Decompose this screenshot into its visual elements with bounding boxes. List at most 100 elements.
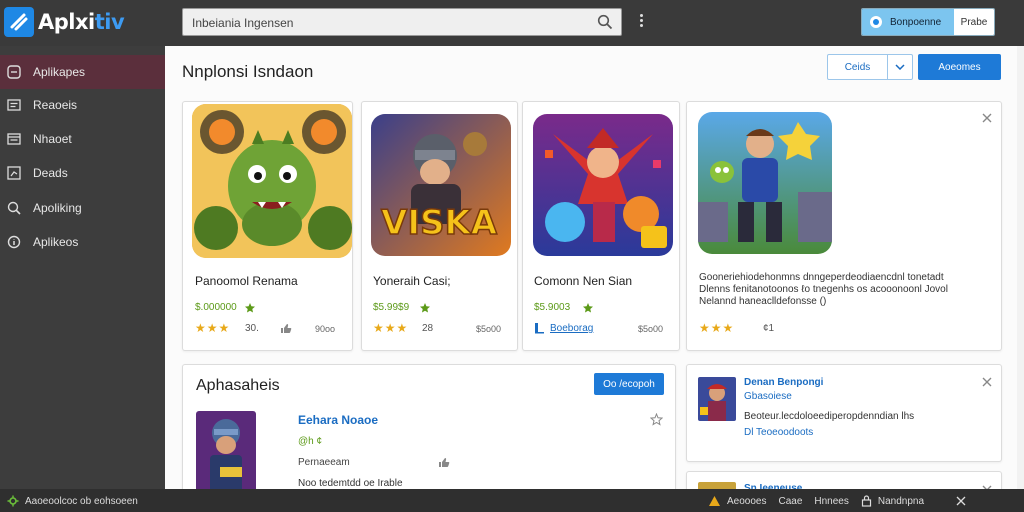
chevron-down-icon[interactable]	[888, 55, 912, 79]
ceids-dropdown-button[interactable]: Ceids	[827, 54, 913, 80]
featured-card[interactable]: Gooneriehiodehonmns dnngeperdeodiaencdnl…	[686, 101, 1002, 351]
status-item[interactable]: Hnnees	[814, 496, 848, 507]
verified-icon	[245, 303, 255, 313]
app-title[interactable]: Yoneraih Casi;	[373, 274, 451, 288]
sidebar-item-label: Deads	[33, 166, 68, 180]
app-price: $5.99$9	[373, 302, 410, 313]
star-outline-icon[interactable]	[650, 413, 663, 426]
sidebar-item-label: Aplikeos	[33, 235, 79, 249]
app-link[interactable]: Boeborag	[550, 323, 593, 334]
side-panel: Denan Benpongi Gbasoiese Beoteur.lecdolo…	[686, 364, 1002, 462]
app-card[interactable]: Panoomol Renama $.000000 ★★★ 30. 90oo	[182, 101, 353, 351]
rating-count: 28	[422, 323, 434, 334]
sidebar-item-aplikapes[interactable]: Aplikapes	[0, 55, 165, 89]
close-icon[interactable]	[981, 112, 993, 124]
chart-icon	[7, 166, 21, 180]
thumbs-up-icon[interactable]	[280, 323, 292, 334]
app-card[interactable]: Comonn Nen Sian $5.9003 Boeborag $5o00	[522, 101, 680, 351]
sidebar: Aplikapes Reaoeis Nhaoet Deads Apoliking…	[0, 46, 165, 489]
app-thumbnail	[533, 114, 673, 256]
logo-text: Aplxitiv	[38, 10, 125, 34]
status-item[interactable]: Caae	[778, 496, 802, 507]
profile-button[interactable]: Prabe	[954, 9, 994, 35]
page-title: Nnplonsi Isndaon	[182, 62, 314, 81]
status-pill[interactable]: Bonpoenne	[862, 9, 954, 35]
panel-link[interactable]: Dl Teoeoodoots	[744, 427, 813, 438]
status-item[interactable]: Aeoooes	[727, 496, 766, 507]
description-line: Nelannd haneaclldefonsse ()	[699, 296, 827, 307]
logo-icon	[4, 7, 34, 37]
item-title[interactable]: Eehara Noaoe	[298, 413, 378, 427]
bookmark-icon	[535, 323, 544, 334]
app-thumbnail	[698, 112, 832, 254]
svg-text:VISKA: VISKA	[381, 203, 498, 243]
sidebar-item-label: Aplikapes	[33, 65, 86, 79]
status-pill-label: Bonpoenne	[890, 16, 942, 28]
sidebar-item-label: Nhaoet	[33, 132, 72, 146]
panel-subtitle: Gbasoiese	[744, 391, 792, 402]
status-bar: Aaoeoolcoc ob eohsoeen Aeoooes Caae Hnne…	[0, 489, 1024, 512]
panel-thumbnail	[698, 377, 736, 421]
warning-icon	[709, 496, 720, 506]
sidebar-item-nhaoet[interactable]: Nhaoet	[0, 122, 165, 156]
more-options-icon[interactable]	[638, 12, 644, 32]
close-icon[interactable]	[981, 376, 993, 388]
rating-stars: ★★★	[699, 321, 735, 335]
status-right: Aeoooes Caae Hnnees Nandnpna	[708, 495, 966, 507]
status-left-text: Aaoeoolcoc ob eohsoeen	[25, 495, 138, 507]
description-line: Dlenns fenitanotoonos ℓo tnegenhs os aco…	[699, 284, 948, 295]
verified-icon	[420, 303, 430, 313]
sidebar-item-aplikeos[interactable]: Aplikeos	[0, 225, 165, 259]
app-logo[interactable]: Aplxitiv	[4, 6, 125, 38]
home-icon	[7, 65, 21, 79]
description-line: Gooneriehiodehonmns dnngeperdeodiaencdnl…	[699, 272, 944, 283]
panel-description: Beoteur.lecdoloeediperopdenndian lhs	[744, 411, 915, 422]
rating-count: ¢1	[763, 323, 775, 334]
status-left: Aaoeoolcoc ob eohsoeen	[7, 495, 138, 507]
sidebar-item-reaoeis[interactable]: Reaoeis	[0, 88, 165, 122]
app-size: 90oo	[315, 324, 336, 334]
status-item[interactable]: Nandnpna	[878, 496, 924, 507]
main-content: Nnplonsi Isndaon Ceids Aoeomes Panoomol …	[165, 46, 1017, 502]
app-price: $5.9003	[534, 302, 571, 313]
app-price: $.000000	[195, 302, 237, 313]
search-icon	[7, 201, 21, 215]
featured-description: Gooneriehiodehonmns dnngeperdeodiaencdnl…	[699, 272, 995, 308]
top-bar: Aplxitiv Inbeiania Ingensen Bonpoenne Pr…	[0, 0, 1024, 46]
section-title: Aphasaheis	[196, 377, 280, 394]
search-input[interactable]: Inbeiania Ingensen	[182, 8, 622, 36]
search-icon[interactable]	[597, 14, 613, 30]
status-dot-icon	[870, 16, 882, 28]
sidebar-item-deads[interactable]: Deads	[0, 156, 165, 190]
sidebar-item-label: Reaoeis	[33, 98, 78, 112]
aoeomes-button[interactable]: Aoeomes	[918, 54, 1001, 80]
rating-stars: ★★★	[195, 321, 231, 335]
item-thumbnail	[196, 411, 256, 495]
sidebar-item-label: Apoliking	[33, 201, 82, 215]
panel-title[interactable]: Denan Benpongi	[744, 377, 823, 388]
item-description: Noo tedemtdd oe Irable	[298, 478, 403, 489]
app-title[interactable]: Panoomol Renama	[195, 274, 298, 288]
gear-icon	[7, 495, 19, 507]
app-thumbnail: VISKA	[371, 114, 511, 256]
item-meta: @h ¢	[298, 436, 323, 447]
section-action-button[interactable]: Oo /ecopoh	[594, 373, 664, 395]
section-panel: Aphasaheis Oo /ecopoh Eehara Noaoe @h ¢ …	[182, 364, 676, 495]
close-icon[interactable]	[956, 496, 966, 506]
sidebar-item-apoliking[interactable]: Apoliking	[0, 191, 165, 225]
app-size: $5o00	[638, 324, 664, 334]
search-text: Inbeiania Ingensen	[192, 16, 294, 30]
ceids-button-label: Ceids	[828, 55, 888, 79]
item-category: Pernaeeam	[298, 457, 350, 468]
window-icon	[7, 133, 21, 145]
verified-icon	[583, 303, 593, 313]
app-card[interactable]: VISKA Yoneraih Casi; $5.99$9 ★★★ 28 $5o0…	[361, 101, 518, 351]
thumbs-up-icon[interactable]	[438, 457, 451, 468]
rating-count: 30.	[245, 323, 259, 334]
list-icon	[7, 99, 21, 111]
app-thumbnail	[192, 104, 352, 258]
rating-stars: ★★★	[373, 321, 409, 335]
app-size: $5o00	[476, 324, 502, 334]
app-title[interactable]: Comonn Nen Sian	[534, 274, 632, 288]
info-icon	[7, 235, 21, 249]
